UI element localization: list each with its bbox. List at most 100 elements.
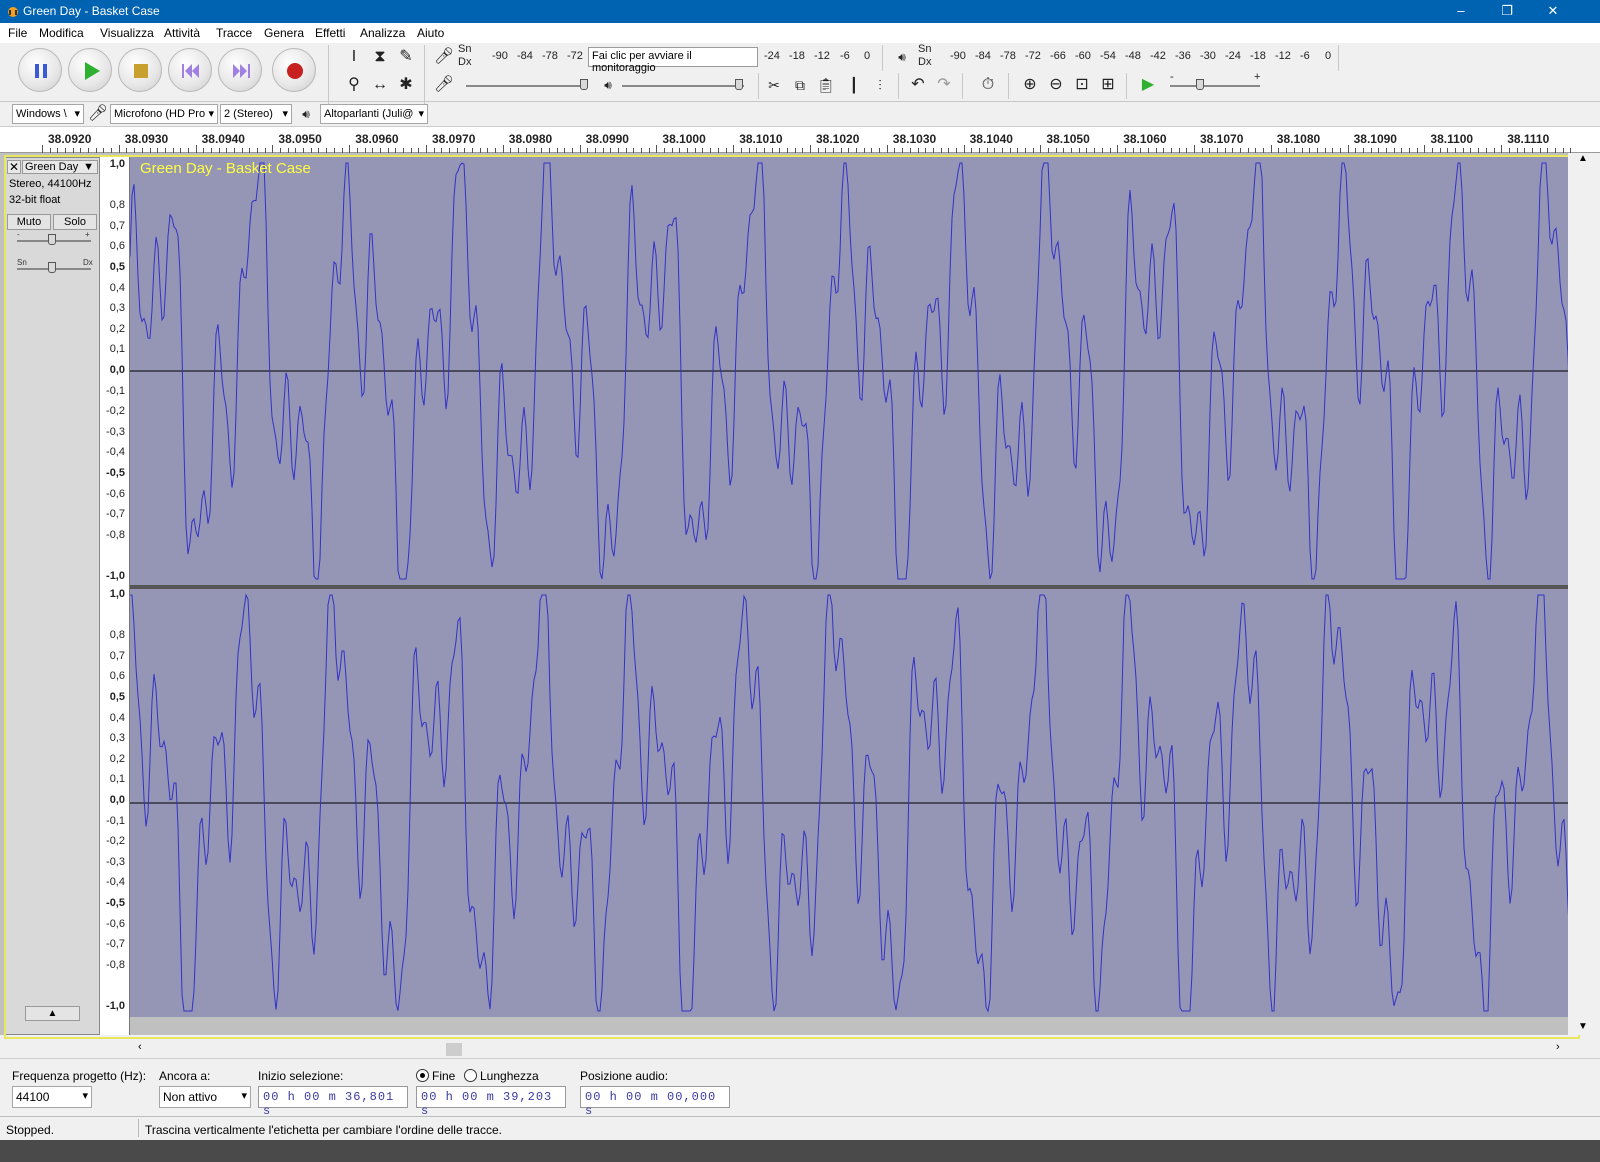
amplitude-tick-label: 0,8 bbox=[109, 629, 125, 642]
menu-effetti[interactable]: Effetti bbox=[315, 26, 345, 40]
snap-to-select[interactable]: Non attivo bbox=[159, 1086, 251, 1108]
timeshift-tool-icon[interactable]: ↔ bbox=[368, 73, 392, 97]
cut-icon[interactable]: ✂ bbox=[762, 73, 786, 97]
menu-aiuto[interactable]: Aiuto bbox=[417, 26, 444, 40]
stop-button[interactable] bbox=[118, 48, 162, 92]
maximize-button[interactable]: ❐ bbox=[1484, 0, 1530, 23]
separator bbox=[0, 101, 1600, 102]
amplitude-tick-label: -0,3 bbox=[106, 425, 125, 438]
play-scale-tick: 0 bbox=[1325, 50, 1332, 62]
microphone-meter-icon[interactable]: 🎤︎ bbox=[432, 45, 456, 69]
zoom-in-icon[interactable]: ⊕ bbox=[1018, 73, 1042, 97]
paste-icon[interactable]: 📋︎ bbox=[814, 73, 838, 97]
playback-volume-thumb[interactable] bbox=[735, 79, 743, 90]
skip-to-end-button[interactable] bbox=[218, 48, 262, 92]
draw-tool-icon[interactable]: ✎ bbox=[394, 45, 418, 69]
play-speed-thumb[interactable] bbox=[1196, 79, 1204, 90]
play-scale-tick: -84 bbox=[975, 50, 991, 62]
fit-project-icon[interactable]: ⊞ bbox=[1096, 73, 1120, 97]
end-radio[interactable] bbox=[416, 1069, 429, 1082]
recording-volume-slider[interactable] bbox=[466, 85, 588, 87]
play-button[interactable] bbox=[68, 48, 112, 92]
multi-tool-icon[interactable]: ✱ bbox=[394, 73, 418, 97]
close-button[interactable]: ✕ bbox=[1530, 0, 1576, 23]
mute-button[interactable]: Muto bbox=[7, 214, 51, 230]
scroll-up-icon[interactable]: ▲ bbox=[1578, 153, 1588, 164]
track-close-icon[interactable]: ✕ bbox=[7, 160, 21, 174]
minimize-button[interactable]: – bbox=[1438, 0, 1484, 23]
selection-end-field[interactable]: 00 h 00 m 39,203 s bbox=[416, 1086, 566, 1118]
timeline-ruler[interactable]: 38.0920 38.0930 38.0940 38.0950 38.0960 38.09… bbox=[0, 127, 1600, 153]
amplitude-tick-label: 0,3 bbox=[109, 302, 125, 315]
recording-volume-thumb[interactable] bbox=[580, 79, 588, 90]
length-radio-label: Lunghezza bbox=[480, 1069, 539, 1083]
recording-device-select[interactable]: Microfono (HD Pro bbox=[110, 104, 218, 124]
skip-to-start-button[interactable] bbox=[168, 48, 212, 92]
ruler-tick-mark bbox=[963, 145, 965, 153]
menu-attivita[interactable]: Attività bbox=[164, 26, 200, 40]
menu-analizza[interactable]: Analizza bbox=[360, 26, 405, 40]
play-scale-tick: -18 bbox=[1250, 50, 1266, 62]
horizontal-scroll-thumb[interactable] bbox=[446, 1043, 462, 1056]
scroll-left-icon[interactable]: ‹ bbox=[138, 1041, 142, 1053]
audio-host-select[interactable]: Windows \ bbox=[12, 104, 84, 124]
monitor-toggle[interactable]: Fai clic per avviare il monitoraggio bbox=[588, 47, 758, 74]
scroll-right-icon[interactable]: › bbox=[1556, 1041, 1560, 1053]
copy-icon[interactable]: ⧉ bbox=[788, 73, 812, 97]
toolbar-area: I ⧗ ✎ ⚲ ↔ ✱ 🎤︎ Sn Dx -90 -84 -78 -72 Fai… bbox=[0, 43, 1600, 127]
trim-icon[interactable]: ┃ bbox=[842, 73, 866, 97]
play-at-speed-icon[interactable]: ▶ bbox=[1136, 73, 1160, 97]
menu-tracce[interactable]: Tracce bbox=[216, 26, 252, 40]
vertical-scrollbar[interactable]: ▲ ▼ bbox=[1568, 153, 1600, 1035]
pause-button[interactable] bbox=[18, 48, 62, 92]
amplitude-tick-label: 0,0 bbox=[109, 794, 125, 806]
channels-select[interactable]: 2 (Stereo) bbox=[220, 104, 292, 124]
silence-icon[interactable]: ⫶ bbox=[868, 73, 892, 97]
solo-button[interactable]: Solo bbox=[53, 214, 97, 230]
gain-minus-label: - bbox=[17, 230, 20, 239]
play-scale-tick: -42 bbox=[1150, 50, 1166, 62]
playback-volume-slider[interactable] bbox=[622, 85, 744, 87]
collapse-track-button[interactable]: ▲ bbox=[25, 1006, 80, 1021]
project-rate-select[interactable]: 44100 bbox=[12, 1086, 92, 1108]
fit-selection-icon[interactable]: ⊡ bbox=[1070, 73, 1094, 97]
amplitude-tick-label: 0,6 bbox=[109, 670, 125, 683]
selection-tool-icon[interactable]: I bbox=[342, 45, 366, 69]
menu-file[interactable]: File bbox=[8, 26, 27, 40]
play-scale-tick: -78 bbox=[1000, 50, 1016, 62]
menu-genera[interactable]: Genera bbox=[264, 26, 304, 40]
track-name-menu[interactable]: Green Day ▼ bbox=[22, 160, 98, 174]
audio-position-field[interactable]: 00 h 00 m 00,000 s bbox=[580, 1086, 730, 1118]
amplitude-ruler[interactable]: 1,0 0,8 0,7 0,6 0,5 0,4 0,3 0,2 0,1 0,0 -0,1 -0,2 -0… bbox=[100, 157, 130, 1035]
sync-lock-icon[interactable]: ⏱ bbox=[976, 73, 1000, 97]
scroll-down-icon[interactable]: ▼ bbox=[1578, 1021, 1588, 1032]
redo-icon[interactable]: ↷ bbox=[932, 73, 956, 97]
ruler-tick-mark bbox=[42, 145, 43, 153]
track-label-text: Green Day - Basket Case bbox=[140, 160, 311, 177]
length-radio[interactable] bbox=[464, 1069, 477, 1082]
envelope-tool-icon[interactable]: ⧗ bbox=[368, 45, 392, 69]
zoom-out-icon[interactable]: ⊖ bbox=[1044, 73, 1068, 97]
playback-device-select[interactable]: Altoparlanti (Juli@ bbox=[320, 104, 428, 124]
menu-bar: File Modifica Visualizza Attività Tracce… bbox=[0, 23, 1600, 43]
play-scale-tick: -12 bbox=[1275, 50, 1291, 62]
status-bar: Stopped. Trascina verticalmente l'etiche… bbox=[0, 1116, 1600, 1140]
menu-modifica[interactable]: Modifica bbox=[39, 26, 84, 40]
undo-icon[interactable]: ↶ bbox=[906, 73, 930, 97]
record-button[interactable] bbox=[272, 48, 316, 92]
play-speed-slider[interactable] bbox=[1170, 85, 1260, 87]
zoom-tool-icon[interactable]: ⚲ bbox=[342, 73, 366, 97]
pan-thumb[interactable] bbox=[48, 262, 56, 273]
selection-start-field[interactable]: 00 h 00 m 36,801 s bbox=[258, 1086, 408, 1118]
horizontal-scrollbar[interactable]: ‹ › bbox=[130, 1041, 1570, 1058]
gain-thumb[interactable] bbox=[48, 234, 56, 245]
amplitude-tick-label: -0,6 bbox=[106, 917, 125, 930]
ruler-tick-label: 38.0980 bbox=[508, 132, 553, 146]
menu-visualizza[interactable]: Visualizza bbox=[100, 26, 154, 40]
waveform-display[interactable] bbox=[130, 157, 1578, 1035]
amplitude-tick-label: -0,8 bbox=[106, 528, 125, 541]
ruler-tick-mark bbox=[502, 145, 504, 153]
speaker-meter-icon[interactable]: 🔊︎ bbox=[890, 45, 914, 69]
ruler-tick-label: 38.0960 bbox=[355, 132, 399, 146]
amplitude-tick-label: -0,8 bbox=[106, 958, 125, 971]
